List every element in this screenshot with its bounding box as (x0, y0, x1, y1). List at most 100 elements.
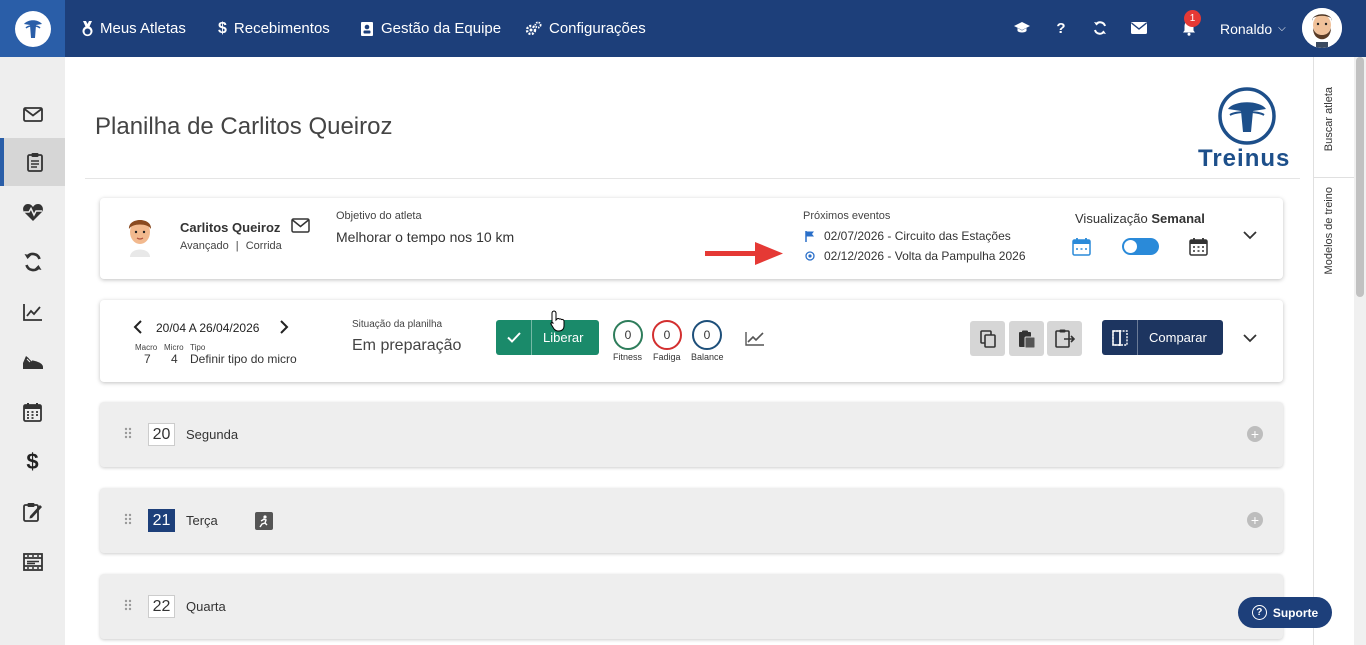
drag-handle-icon[interactable] (124, 598, 132, 616)
clipboard-transfer-icon (1054, 329, 1075, 348)
event-item-1[interactable]: 02/12/2026 - Volta da Pampulha 2026 (805, 249, 1026, 263)
fitness-metric[interactable]: 0 (613, 320, 643, 350)
nav-my-athletes[interactable]: Meus Atletas (82, 0, 186, 57)
add-workout-icon[interactable]: + (1247, 512, 1263, 528)
view-mode-value: Semanal (1151, 211, 1205, 226)
graduation-cap-icon[interactable] (1011, 17, 1033, 39)
running-workout-icon[interactable] (255, 512, 273, 530)
envelope-icon (22, 106, 43, 122)
treinus-brand-logo: Treinus (1198, 87, 1290, 172)
sidebar-analytics[interactable] (0, 288, 65, 336)
macro-value: 7 (144, 352, 151, 366)
copy-week-button[interactable] (970, 321, 1005, 356)
help-icon[interactable]: ? (1050, 17, 1072, 39)
film-strip-icon (22, 553, 43, 571)
sidebar-cycles[interactable] (0, 238, 65, 286)
add-workout-icon[interactable]: + (1247, 426, 1263, 442)
app-logo[interactable] (0, 0, 65, 57)
paste-week-button[interactable] (1009, 321, 1044, 356)
day-row[interactable]: 20 Segunda + (100, 402, 1283, 467)
drag-handle-icon[interactable] (124, 426, 132, 444)
view-mode-label: Visualização Semanal (1075, 211, 1205, 226)
search-athlete-tab[interactable]: Buscar atleta (1323, 87, 1335, 151)
sidebar-health[interactable] (0, 188, 65, 236)
event-item-0[interactable]: 02/07/2026 - Circuito das Estações (805, 229, 1011, 243)
toggle-knob (1124, 240, 1137, 253)
trend-chart-icon[interactable] (745, 331, 765, 351)
nav-team-management[interactable]: Gestão da Equipe (360, 0, 501, 57)
micro-value: 4 (171, 352, 178, 366)
dollar-icon: $ (26, 449, 39, 474)
sidebar-messages[interactable] (0, 90, 65, 138)
split-columns-icon (1102, 320, 1138, 355)
fatigue-metric[interactable]: 0 (652, 320, 682, 350)
day-number: 22 (148, 595, 175, 618)
page-title: Planilha de Carlitos Queiroz (95, 113, 393, 140)
compare-label: Comparar (1149, 330, 1207, 345)
main-content: Planilha de Carlitos Queiroz Treinus Car… (65, 57, 1313, 645)
target-icon (805, 251, 815, 261)
event-text-1: 02/12/2026 - Volta da Pampulha 2026 (824, 249, 1026, 263)
line-chart-icon (22, 304, 42, 321)
left-sidebar: $ (0, 57, 65, 645)
sidebar-calendar[interactable] (0, 388, 65, 436)
athlete-card-chevron-icon[interactable] (1243, 227, 1257, 245)
workout-models-tab[interactable]: Modelos de treino (1323, 187, 1335, 274)
events-label: Próximos eventos (803, 210, 891, 222)
balance-metric[interactable]: 0 (692, 320, 722, 350)
day-row[interactable]: 22 Quarta (100, 574, 1283, 639)
prev-week-icon[interactable] (133, 320, 142, 339)
refresh-icon (24, 252, 41, 272)
user-menu[interactable]: Ronaldo ⌵ (1220, 0, 1286, 57)
sidebar-shoes[interactable] (0, 338, 65, 386)
view-toggle-switch[interactable] (1122, 238, 1159, 255)
user-avatar[interactable] (1302, 8, 1342, 48)
day-number-today: 21 (148, 509, 175, 532)
athlete-message-icon[interactable] (291, 218, 310, 238)
sidebar-plans[interactable] (0, 538, 65, 586)
scrollbar-thumb[interactable] (1356, 57, 1364, 297)
page-scrollbar[interactable] (1354, 57, 1366, 645)
next-week-icon[interactable] (280, 320, 289, 339)
sidebar-finance[interactable]: $ (0, 438, 65, 486)
athlete-name[interactable]: Carlitos Queiroz (180, 220, 280, 235)
daily-view-calendar-icon[interactable] (1072, 237, 1091, 261)
support-button[interactable]: ? Suporte (1238, 597, 1332, 628)
compare-button[interactable]: Comparar (1102, 320, 1223, 355)
mouse-cursor (550, 310, 566, 337)
day-number: 20 (148, 423, 175, 446)
macro-label: Macro (135, 343, 158, 352)
heartbeat-icon (22, 203, 43, 221)
athlete-separator: | (235, 240, 239, 252)
day-name: Segunda (186, 427, 239, 442)
balance-label: Balance (691, 352, 724, 362)
paste-icon (1018, 330, 1035, 348)
dollar-icon: $ (218, 19, 227, 37)
flag-icon (805, 230, 814, 242)
transfer-week-button[interactable] (1047, 321, 1082, 356)
support-label: Suporte (1272, 605, 1319, 620)
nav-payments[interactable]: $ Recebimentos (218, 0, 330, 57)
weekly-view-calendar-icon[interactable] (1189, 237, 1208, 261)
sidebar-assessments[interactable] (0, 488, 65, 536)
contact-card-icon (360, 21, 374, 37)
release-button[interactable]: Liberar (496, 320, 599, 355)
day-row[interactable]: 21 Terça + (100, 488, 1283, 553)
treinus-logo-icon (14, 10, 51, 47)
athlete-level-sport: Avançado | Corrida (180, 240, 282, 252)
fatigue-label: Fadiga (653, 352, 681, 362)
week-card-chevron-icon[interactable] (1243, 330, 1257, 348)
sync-icon[interactable] (1089, 17, 1111, 39)
mail-icon[interactable] (1128, 17, 1150, 39)
user-name-label: Ronaldo (1220, 20, 1273, 37)
fitness-label: Fitness (613, 352, 643, 362)
nav-settings-label: Configurações (549, 20, 646, 37)
clipboard-icon (26, 153, 43, 172)
micro-type-link[interactable]: Definir tipo do micro (190, 352, 297, 366)
nav-team-label: Gestão da Equipe (381, 20, 502, 37)
right-rail: Buscar atleta Modelos de treino (1313, 57, 1355, 645)
drag-handle-icon[interactable] (124, 512, 132, 530)
nav-settings[interactable]: Configurações (525, 0, 646, 57)
view-label: Visualização (1075, 211, 1148, 226)
sidebar-training-plan[interactable] (0, 138, 65, 186)
